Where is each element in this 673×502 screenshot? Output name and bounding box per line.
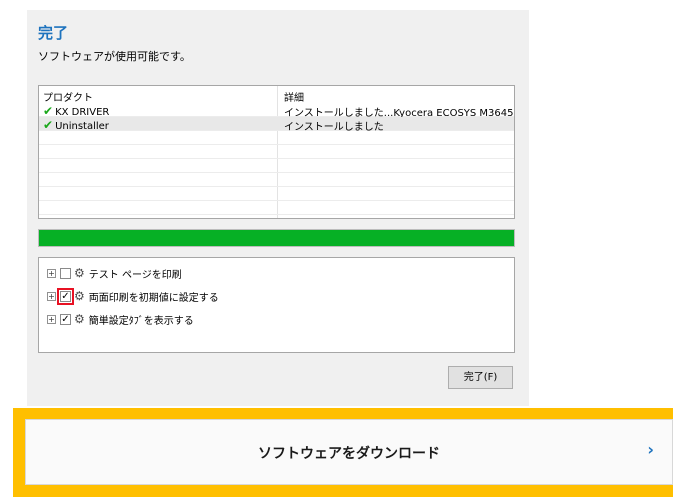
table-row-empty	[39, 131, 514, 145]
chevron-right-icon: ›	[647, 440, 654, 459]
gear-icon: ⚙	[74, 266, 85, 280]
dialog-subtitle: ソフトウェアが使用可能です。	[38, 50, 191, 63]
table-row-empty	[39, 159, 514, 173]
option-label: テスト ページを印刷	[88, 269, 182, 281]
option-duplex-default[interactable]: + ✓ ⚙ 両面印刷を初期値に設定する	[47, 287, 219, 305]
checkbox-print-test-page[interactable]	[60, 267, 71, 279]
checkmark-icon: ✔	[43, 118, 54, 132]
table-row-empty	[39, 187, 514, 201]
finish-button[interactable]: 完了(F)	[448, 366, 513, 389]
download-label: ソフトウェアをダウンロード	[258, 446, 440, 462]
table-row-empty	[39, 201, 514, 215]
header-detail[interactable]: 詳細	[284, 89, 304, 104]
progress-fill	[39, 230, 514, 246]
expand-icon[interactable]: +	[47, 291, 56, 301]
option-quick-setup-tab[interactable]: + ✓ ⚙ 簡単設定ﾀﾌﾞを表示する	[47, 311, 194, 327]
progress-bar	[38, 229, 515, 247]
table-row-empty	[39, 173, 514, 187]
header-product[interactable]: プロダクト	[43, 89, 93, 104]
installer-dialog: 完了 ソフトウェアが使用可能です。 プロダクト 詳細 ✔ KX DRIVER イン…	[27, 10, 529, 406]
checkbox-duplex-default[interactable]: ✓	[57, 287, 74, 305]
download-highlight: ソフトウェアをダウンロード ›	[13, 408, 673, 497]
checkbox-quick-setup-tab[interactable]: ✓	[60, 313, 71, 325]
checkmark-icon: ✔	[43, 104, 54, 118]
table-header: プロダクト 詳細	[39, 86, 514, 104]
expand-icon[interactable]: +	[47, 314, 56, 324]
option-label: 両面印刷を初期値に設定する	[88, 292, 219, 304]
gear-icon: ⚙	[74, 289, 85, 303]
table-row[interactable]: ✔ KX DRIVER インストールしました...Kyocera ECOSYS M…	[39, 103, 514, 119]
expand-icon[interactable]: +	[47, 268, 56, 278]
dialog-title: 完了	[38, 24, 69, 42]
option-print-test-page[interactable]: + ⚙ テスト ページを印刷	[47, 265, 182, 281]
options-tree: + ⚙ テスト ページを印刷 + ✓ ⚙ 両面印刷を初期値に設定する + ✓ ⚙…	[38, 257, 515, 353]
table-row-empty	[39, 145, 514, 159]
gear-icon: ⚙	[74, 312, 85, 326]
download-software-button[interactable]: ソフトウェアをダウンロード ›	[25, 419, 673, 485]
table-row[interactable]: ✔ Uninstaller インストールしました	[39, 117, 514, 133]
option-label: 簡単設定ﾀﾌﾞを表示する	[88, 315, 194, 327]
product-table: プロダクト 詳細 ✔ KX DRIVER インストールしました...Kyocera…	[38, 85, 515, 219]
